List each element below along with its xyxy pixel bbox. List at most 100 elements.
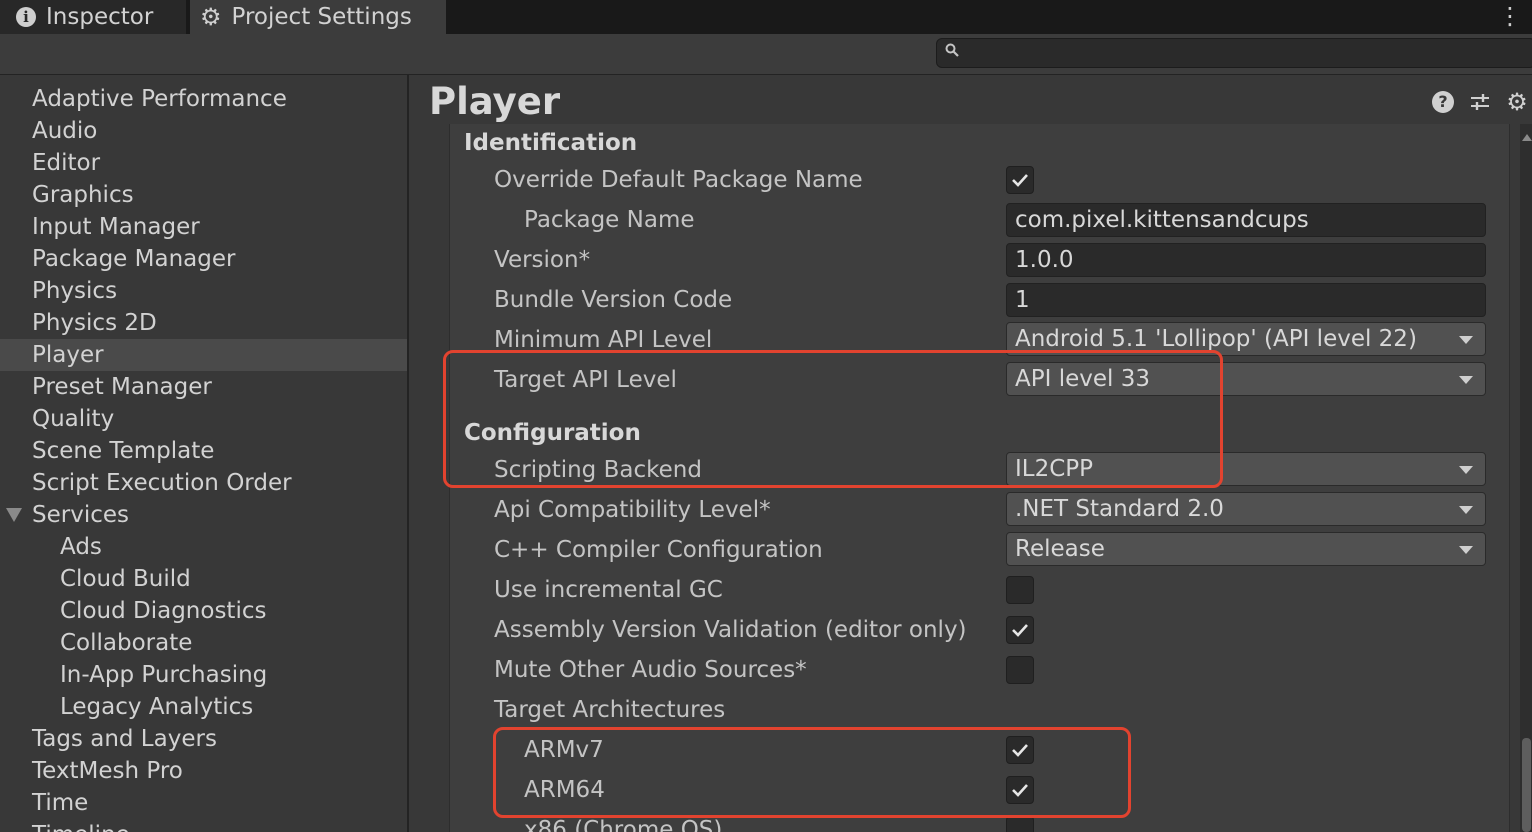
sidebar-item-label: Cloud Build (60, 566, 191, 592)
sidebar-item-label: Adaptive Performance (32, 86, 287, 112)
version-label: Version* (494, 247, 591, 273)
bundle-version-code-label: Bundle Version Code (494, 287, 733, 313)
highlight-box-api-backend (443, 350, 1223, 488)
mute-other-audio-sources-label: Mute Other Audio Sources* (494, 657, 807, 683)
sidebar-item-label: Services (32, 502, 129, 528)
page-title: Player (429, 80, 561, 123)
sidebar-item-cloud-build[interactable]: Cloud Build (0, 563, 407, 595)
more-menu-icon[interactable]: ⋮ (1498, 2, 1522, 30)
cpp-compiler-configuration-dropdown[interactable]: Release (1006, 532, 1486, 566)
info-icon: i (16, 7, 36, 27)
sidebar-item-time[interactable]: Time (0, 787, 407, 819)
scrollbar[interactable] (1520, 124, 1532, 832)
highlight-box-architectures (493, 727, 1131, 818)
tab-project-settings-label: Project Settings (231, 4, 412, 30)
sidebar-item-label: In-App Purchasing (60, 662, 268, 688)
sidebar-item-physics-2d[interactable]: Physics 2D (0, 307, 407, 339)
search-input[interactable] (936, 38, 1532, 68)
sidebar-item-label: Editor (32, 150, 101, 176)
sidebar-item-editor[interactable]: Editor (0, 147, 407, 179)
cpp-compiler-configuration-label: C++ Compiler Configuration (494, 537, 823, 563)
search-icon (945, 42, 959, 62)
sidebar-item-physics[interactable]: Physics (0, 275, 407, 307)
minimum-api-level-value: Android 5.1 'Lollipop' (API level 22) (1015, 326, 1417, 352)
dropdown-arrow-icon (1459, 506, 1473, 514)
bundle-version-code-field[interactable]: 1 (1006, 283, 1486, 317)
sidebar-item-timeline[interactable]: Timeline (0, 819, 407, 832)
sidebar-item-quality[interactable]: Quality (0, 403, 407, 435)
sidebar-item-preset-manager[interactable]: Preset Manager (0, 371, 407, 403)
settings-gear-icon[interactable]: ⚙ (1506, 90, 1528, 114)
sidebar-item-input-manager[interactable]: Input Manager (0, 211, 407, 243)
override-default-package-name-label: Override Default Package Name (494, 167, 863, 193)
api-compatibility-level-label: Api Compatibility Level* (494, 497, 771, 523)
dropdown-arrow-icon (1459, 466, 1473, 474)
assembly-version-validation-checkbox[interactable] (1006, 616, 1034, 644)
tab-inspector-label: Inspector (46, 4, 154, 30)
sidebar-item-label: Timeline (32, 819, 130, 832)
sidebar-item-player[interactable]: Player (0, 339, 407, 371)
sidebar-item-label: Preset Manager (32, 374, 212, 400)
api-compatibility-level-value: .NET Standard 2.0 (1015, 496, 1224, 522)
sidebar-item-label: Cloud Diagnostics (60, 598, 267, 624)
dropdown-arrow-icon (1459, 336, 1473, 344)
sidebar-item-label: Collaborate (60, 630, 193, 656)
package-name-field[interactable]: com.pixel.kittensandcups (1006, 203, 1486, 237)
api-compatibility-level-dropdown[interactable]: .NET Standard 2.0 (1006, 492, 1486, 526)
sidebar: Adaptive Performance Audio Editor Graphi… (0, 75, 409, 832)
sidebar-item-package-manager[interactable]: Package Manager (0, 243, 407, 275)
sidebar-item-audio[interactable]: Audio (0, 115, 407, 147)
package-name-label: Package Name (524, 207, 695, 233)
sidebar-item-legacy-analytics[interactable]: Legacy Analytics (0, 691, 407, 723)
sidebar-item-label: Input Manager (32, 214, 200, 240)
version-field[interactable]: 1.0.0 (1006, 243, 1486, 277)
sidebar-item-cloud-diagnostics[interactable]: Cloud Diagnostics (0, 595, 407, 627)
sidebar-item-scene-template[interactable]: Scene Template (0, 435, 407, 467)
toolbar (0, 34, 1532, 75)
dropdown-arrow-icon (1459, 546, 1473, 554)
foldout-arrow-icon[interactable] (6, 508, 22, 522)
sidebar-item-label: Physics 2D (32, 310, 157, 336)
sidebar-item-tags-and-layers[interactable]: Tags and Layers (0, 723, 407, 755)
sidebar-item-label: Physics (32, 278, 118, 304)
tab-inspector[interactable]: i Inspector (0, 0, 186, 34)
mute-other-audio-sources-checkbox[interactable] (1006, 656, 1034, 684)
sidebar-item-label: Graphics (32, 182, 134, 208)
cpp-compiler-configuration-value: Release (1015, 536, 1105, 562)
sidebar-item-textmesh-pro[interactable]: TextMesh Pro (0, 755, 407, 787)
sidebar-item-ads[interactable]: Ads (0, 531, 407, 563)
scroll-up-arrow-icon[interactable] (1522, 134, 1532, 141)
scrollbar-thumb[interactable] (1522, 738, 1531, 832)
sidebar-item-label: Package Manager (32, 246, 236, 272)
help-icon[interactable]: ? (1432, 91, 1454, 113)
sidebar-item-label: Quality (32, 406, 115, 432)
sidebar-item-graphics[interactable]: Graphics (0, 179, 407, 211)
checkmark-icon (1012, 174, 1028, 187)
assembly-version-validation-label: Assembly Version Validation (editor only… (494, 617, 967, 643)
dropdown-arrow-icon (1459, 376, 1473, 384)
sidebar-item-label: Player (32, 342, 104, 368)
sidebar-item-label: TextMesh Pro (32, 758, 183, 784)
sidebar-item-script-execution-order[interactable]: Script Execution Order (0, 467, 407, 499)
use-incremental-gc-label: Use incremental GC (494, 577, 723, 603)
section-identification: Identification (464, 130, 638, 156)
target-architectures-label: Target Architectures (494, 697, 726, 723)
sidebar-item-label: Script Execution Order (32, 470, 292, 496)
checkmark-icon (1012, 624, 1028, 637)
sidebar-item-in-app-purchasing[interactable]: In-App Purchasing (0, 659, 407, 691)
sidebar-item-label: Ads (60, 534, 102, 560)
sidebar-item-label: Scene Template (32, 438, 215, 464)
sidebar-item-collaborate[interactable]: Collaborate (0, 627, 407, 659)
tab-project-settings[interactable]: ⚙ Project Settings (190, 0, 446, 34)
tab-bar: i Inspector ⚙ Project Settings ⋮ (0, 0, 1532, 34)
sidebar-item-adaptive-performance[interactable]: Adaptive Performance (0, 83, 407, 115)
sidebar-item-label: Time (32, 790, 89, 816)
use-incremental-gc-checkbox[interactable] (1006, 576, 1034, 604)
override-default-package-name-checkbox[interactable] (1006, 166, 1034, 194)
x86-chrome-os-checkbox[interactable] (1006, 816, 1034, 832)
presets-icon[interactable] (1469, 91, 1491, 113)
gear-icon: ⚙ (200, 3, 222, 31)
sidebar-item-services[interactable]: Services (0, 499, 407, 531)
sidebar-item-label: Legacy Analytics (60, 694, 254, 720)
sidebar-item-label: Audio (32, 118, 98, 144)
